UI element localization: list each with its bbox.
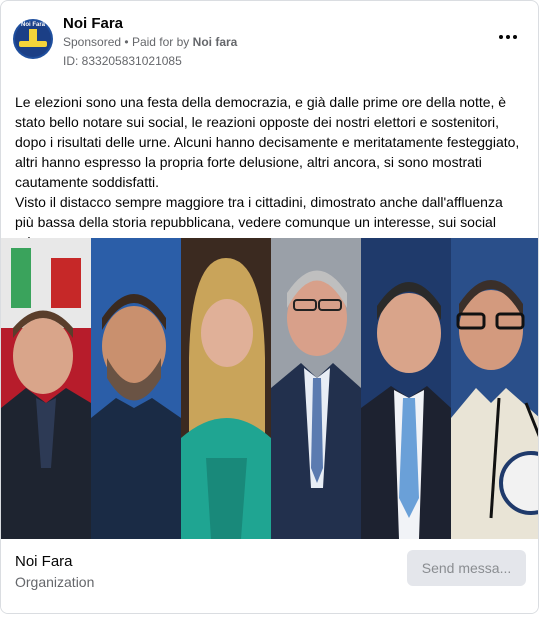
send-message-button[interactable]: Send messa... xyxy=(407,550,526,586)
footer-category: Organization xyxy=(15,574,95,590)
avatar-band xyxy=(19,41,47,47)
paid-by-name[interactable]: Noi fara xyxy=(193,35,238,49)
photo-panel xyxy=(181,238,271,539)
post-header: Noi Fara Noi Fara Sponsored • Paid for b… xyxy=(13,13,526,73)
photo-panel xyxy=(361,238,451,539)
photo-panel xyxy=(451,238,538,539)
more-dot xyxy=(506,35,510,39)
ad-id: ID: 833205831021085 xyxy=(63,54,182,68)
body-line: Le elezioni sono una festa della democra… xyxy=(15,94,507,110)
more-options-icon[interactable] xyxy=(496,29,520,45)
photo-panel xyxy=(1,238,91,539)
ad-footer: Noi Fara Organization Send messa... xyxy=(1,539,538,613)
tower-icon xyxy=(29,29,37,41)
body-line: altri hanno espresso la propria forte de… xyxy=(15,154,482,170)
ad-image[interactable] xyxy=(1,238,538,539)
body-line: Visto il distacco sempre maggiore tra i … xyxy=(15,194,503,210)
ad-card: Noi Fara Noi Fara Sponsored • Paid for b… xyxy=(0,0,539,614)
post-body: Le elezioni sono una festa della democra… xyxy=(15,92,527,252)
sponsored-label: Sponsored xyxy=(63,35,122,49)
body-line: cautamente soddisfatti. xyxy=(15,174,159,190)
page-name[interactable]: Noi Fara xyxy=(63,15,123,32)
politicians-collage xyxy=(1,238,538,539)
more-dot xyxy=(499,35,503,39)
avatar-logo-text: Noi Fara xyxy=(21,22,46,28)
body-line: stato bello notare sui social, le reazio… xyxy=(15,114,500,130)
page-avatar[interactable]: Noi Fara xyxy=(13,19,53,59)
photo-panel xyxy=(271,238,361,539)
more-dot xyxy=(513,35,517,39)
photo-panel xyxy=(91,238,181,539)
paid-for-prefix: Paid for by xyxy=(131,35,190,49)
sponsored-line: Sponsored • Paid for by Noi fara xyxy=(63,35,237,49)
body-line: dopo i risultati delle urne. Alcuni hann… xyxy=(15,134,520,150)
footer-page-name[interactable]: Noi Fara xyxy=(15,553,73,570)
separator-dot: • xyxy=(124,35,129,49)
